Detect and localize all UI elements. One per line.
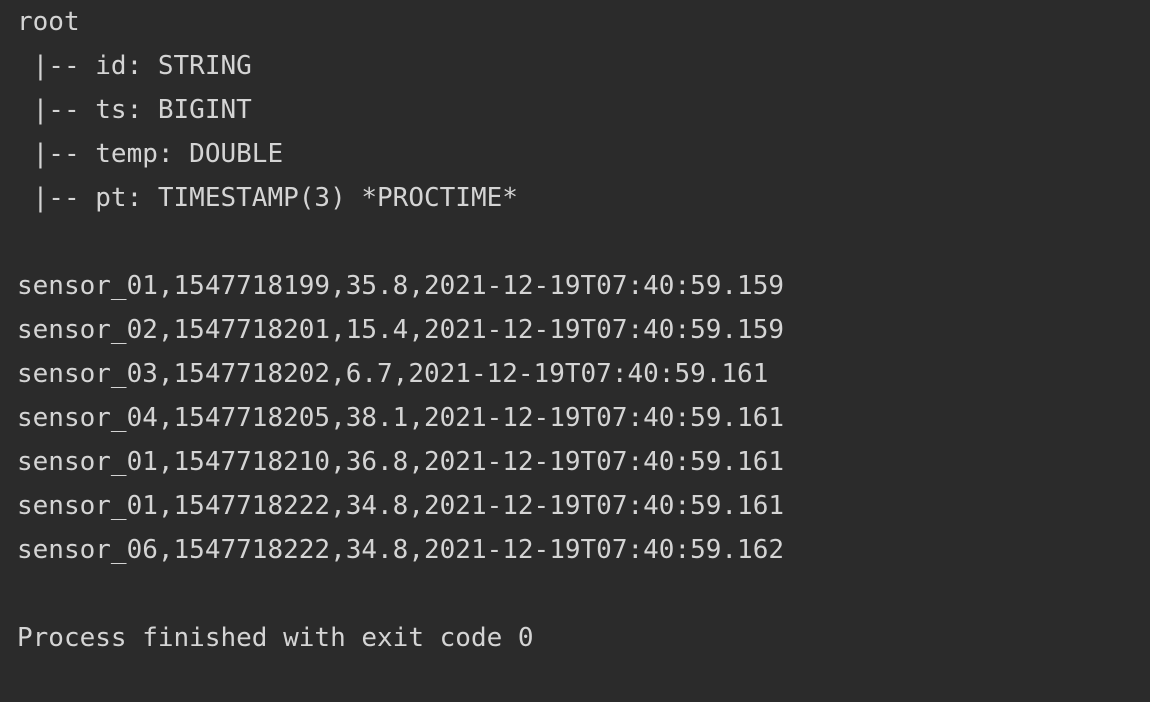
output-row: sensor_01,1547718199,35.8,2021-12-19T07:… — [17, 271, 785, 301]
output-row: sensor_03,1547718202,6.7,2021-12-19T07:4… — [17, 359, 769, 389]
schema-field-pt: |-- pt: TIMESTAMP(3) *PROCTIME* — [17, 183, 518, 213]
schema-field-ts: |-- ts: BIGINT — [17, 95, 252, 125]
output-row: sensor_04,1547718205,38.1,2021-12-19T07:… — [17, 403, 785, 433]
output-row: sensor_01,1547718222,34.8,2021-12-19T07:… — [17, 491, 785, 521]
schema-field-temp: |-- temp: DOUBLE — [17, 139, 284, 169]
output-row: sensor_02,1547718201,15.4,2021-12-19T07:… — [17, 315, 785, 345]
schema-field-id: |-- id: STRING — [17, 51, 252, 81]
console-output[interactable]: root |-- id: STRING |-- ts: BIGINT |-- t… — [17, 0, 1137, 702]
output-row: sensor_01,1547718210,36.8,2021-12-19T07:… — [17, 447, 785, 477]
schema-root: root — [17, 7, 80, 37]
output-row: sensor_06,1547718222,34.8,2021-12-19T07:… — [17, 535, 785, 565]
exit-message: Process finished with exit code 0 — [17, 623, 534, 653]
